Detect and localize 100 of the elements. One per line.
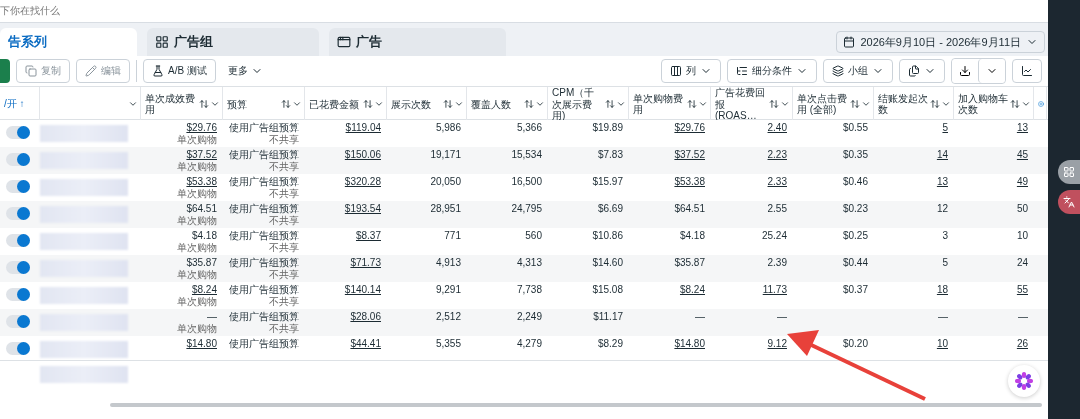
table-cell: 24 bbox=[1016, 257, 1028, 269]
column-header[interactable]: 已花费金额 bbox=[309, 98, 362, 110]
apps-button[interactable] bbox=[1058, 160, 1080, 184]
table-cell[interactable]: 26 bbox=[1016, 338, 1028, 350]
column-header[interactable]: 单次成效费用 bbox=[145, 92, 198, 116]
sort-icon[interactable] bbox=[605, 99, 615, 110]
toggle-switch[interactable] bbox=[6, 342, 30, 355]
toggle-switch[interactable] bbox=[6, 315, 30, 328]
toggle-switch[interactable] bbox=[6, 261, 30, 274]
scroll-bar[interactable] bbox=[110, 403, 1042, 407]
tab[interactable]: 广告 bbox=[329, 28, 506, 56]
layers-menu-button[interactable]: 小组 bbox=[823, 59, 893, 83]
table-cell: $4.18 bbox=[191, 230, 217, 242]
table-cell[interactable]: $14.80 bbox=[674, 338, 705, 350]
column-header[interactable]: 广告花费回报 (ROAS… bbox=[715, 87, 768, 122]
table-cell: 560 bbox=[525, 230, 542, 242]
table-cell[interactable]: $193.54 bbox=[344, 203, 381, 215]
table-cell: 使用广告组预算 bbox=[229, 176, 299, 188]
table-cell[interactable]: $8.24 bbox=[191, 284, 217, 296]
table-cell: 19,171 bbox=[430, 149, 461, 161]
files-menu-button[interactable] bbox=[899, 59, 945, 83]
table-cell: 使用广告组预算 bbox=[229, 284, 299, 296]
table-cell[interactable]: 11.73 bbox=[762, 284, 787, 296]
toggle-switch[interactable] bbox=[6, 288, 30, 301]
sort-icon[interactable] bbox=[850, 99, 860, 110]
table-cell: 7,738 bbox=[516, 284, 542, 296]
sort-icon[interactable] bbox=[524, 99, 534, 110]
table-cell: 20,050 bbox=[430, 176, 461, 188]
table-cell[interactable]: 2.23 bbox=[767, 149, 787, 161]
column-header[interactable]: 单次购物费用 bbox=[633, 92, 686, 116]
table-cell[interactable]: $29.76 bbox=[674, 122, 705, 134]
table-cell: $0.44 bbox=[842, 257, 868, 269]
table-cell[interactable]: $53.38 bbox=[186, 176, 217, 188]
table-cell: $64.51 bbox=[674, 203, 705, 215]
table-cell[interactable]: 13 bbox=[1016, 122, 1028, 134]
table-cell[interactable]: 10 bbox=[936, 338, 948, 350]
table-cell: 使用广告组预算 bbox=[229, 122, 299, 134]
table-cell[interactable]: $29.76 bbox=[186, 122, 217, 134]
toggle-switch[interactable] bbox=[6, 207, 30, 220]
tab[interactable]: 告系列 bbox=[0, 28, 137, 56]
list-menu-button[interactable]: 细分条件 bbox=[727, 59, 817, 83]
table-cell[interactable]: 49 bbox=[1016, 176, 1028, 188]
sort-icon[interactable] bbox=[930, 99, 940, 110]
table-cell[interactable]: 14 bbox=[936, 149, 948, 161]
toggle-switch[interactable] bbox=[6, 234, 30, 247]
table-cell[interactable]: $14.80 bbox=[186, 338, 217, 350]
table-cell[interactable]: $28.06 bbox=[350, 311, 381, 323]
table-cell: $0.55 bbox=[842, 122, 868, 134]
sort-icon[interactable] bbox=[1010, 99, 1020, 110]
table-cell: $0.35 bbox=[842, 149, 868, 161]
sort-icon[interactable] bbox=[769, 99, 779, 110]
table-cell[interactable]: $8.37 bbox=[355, 230, 381, 242]
table-cell[interactable]: $71.73 bbox=[350, 257, 381, 269]
table-cell[interactable]: 5 bbox=[942, 122, 948, 134]
date-range-button[interactable]: 2026年9月10日 - 2026年9月11日 bbox=[836, 31, 1045, 53]
toggle-switch[interactable] bbox=[6, 126, 30, 139]
columns-menu-button[interactable]: 列 bbox=[661, 59, 721, 83]
chart-button[interactable] bbox=[1012, 59, 1042, 83]
sort-icon[interactable] bbox=[363, 99, 373, 110]
table-cell: 4,279 bbox=[516, 338, 542, 350]
toggle-switch[interactable] bbox=[6, 180, 30, 193]
create-button[interactable] bbox=[0, 59, 10, 83]
sort-icon[interactable] bbox=[443, 99, 453, 110]
table-cell: $4.18 bbox=[679, 230, 705, 242]
table-cell: 28,951 bbox=[430, 203, 461, 215]
more-button[interactable]: 更多 bbox=[221, 63, 269, 79]
table-cell[interactable]: $37.52 bbox=[186, 149, 217, 161]
translate-button[interactable] bbox=[1058, 190, 1080, 214]
table-cell[interactable]: $150.06 bbox=[344, 149, 381, 161]
table-cell[interactable]: 9.12 bbox=[767, 338, 787, 350]
table-cell[interactable]: 2.40 bbox=[767, 122, 787, 134]
column-header[interactable]: /开 ↑ bbox=[4, 98, 25, 111]
sort-icon[interactable] bbox=[199, 99, 209, 110]
table-cell: $14.60 bbox=[592, 257, 623, 269]
sort-icon[interactable] bbox=[687, 99, 697, 110]
table-cell[interactable]: 55 bbox=[1016, 284, 1028, 296]
table-cell[interactable]: $320.28 bbox=[344, 176, 381, 188]
sort-icon[interactable] bbox=[281, 99, 291, 110]
table-cell: $0.25 bbox=[842, 230, 868, 242]
table-cell[interactable]: $44.41 bbox=[350, 338, 381, 350]
table-cell[interactable]: $119.04 bbox=[345, 122, 381, 134]
table-cell[interactable]: 2.33 bbox=[767, 176, 787, 188]
column-header[interactable]: 单次点击费用 (全部) bbox=[797, 92, 849, 116]
table-cell[interactable]: $8.24 bbox=[679, 284, 705, 296]
table-cell[interactable]: $37.52 bbox=[674, 149, 705, 161]
table-cell[interactable]: 45 bbox=[1016, 149, 1028, 161]
search-placeholder[interactable]: 下你在找什么 bbox=[0, 4, 60, 18]
column-header[interactable]: 展示次数 bbox=[391, 98, 442, 110]
column-header[interactable]: 结账发起次数 bbox=[878, 92, 929, 116]
column-header[interactable]: 覆盖人数 bbox=[471, 98, 523, 110]
column-header[interactable]: 加入购物车次数 bbox=[958, 92, 1009, 116]
table-cell[interactable]: $140.14 bbox=[344, 284, 381, 296]
toggle-switch[interactable] bbox=[6, 153, 30, 166]
assistant-button[interactable] bbox=[1008, 365, 1040, 397]
column-header[interactable]: 预算 bbox=[227, 98, 280, 110]
flask-button[interactable]: A/B 测试 bbox=[143, 59, 216, 83]
table-cell[interactable]: 18 bbox=[936, 284, 948, 296]
table-cell[interactable]: 13 bbox=[936, 176, 948, 188]
tab[interactable]: 广告组 bbox=[147, 28, 319, 56]
table-cell[interactable]: $53.38 bbox=[674, 176, 705, 188]
